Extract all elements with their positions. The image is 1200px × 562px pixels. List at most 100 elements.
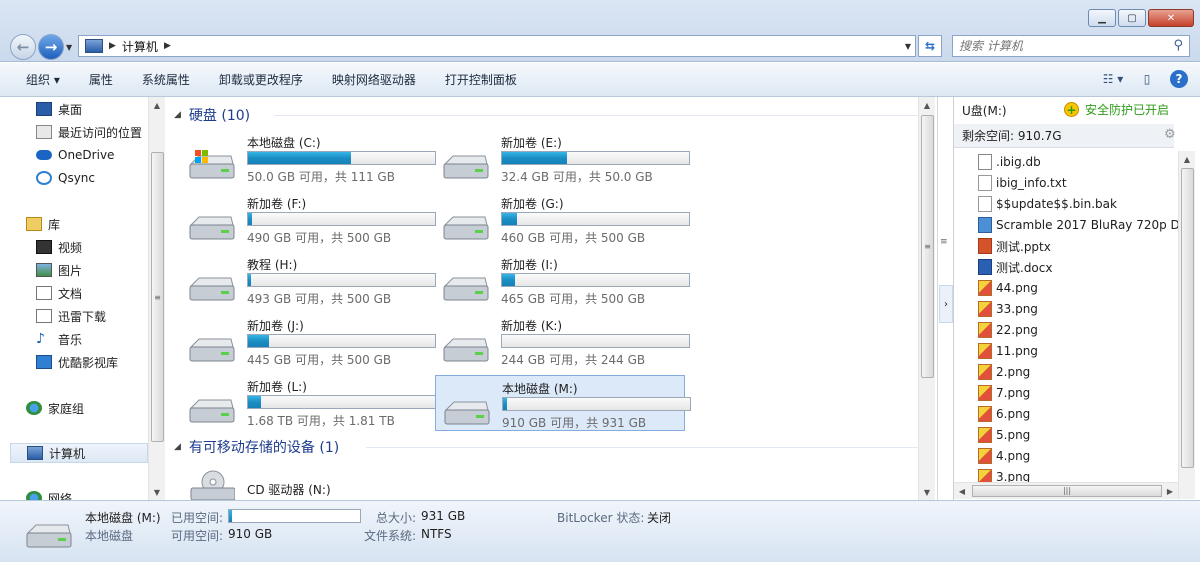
open-control-panel-button[interactable]: 打开控制面板 [445, 71, 517, 88]
file-item[interactable]: 2.png [978, 362, 1178, 382]
navigation-scrollbar[interactable]: ▲ ≡ ▼ [148, 97, 165, 500]
protection-status[interactable]: + 安全防护已开启 [1064, 101, 1169, 118]
scrollbar-thumb[interactable]: ≡ [151, 152, 164, 442]
group-header-removable[interactable]: ◢ 有可移动存储的设备 (1) [174, 437, 926, 457]
collapse-icon[interactable]: ◢ [174, 442, 181, 452]
search-box[interactable]: ⚲ [952, 35, 1190, 57]
uninstall-program-button[interactable]: 卸载或更改程序 [219, 71, 303, 88]
drive-item-k[interactable]: 新加卷 (K:) 244 GB 可用，共 244 GB [435, 313, 690, 369]
chevron-right-icon[interactable]: ▶ [109, 41, 116, 51]
group-header-hard-disks[interactable]: ◢ 硬盘 (10) [174, 105, 924, 125]
file-item[interactable]: 7.png [978, 383, 1178, 403]
png-file-icon [978, 448, 992, 464]
scroll-up-icon[interactable]: ▲ [919, 97, 935, 113]
sidebar-item-documents[interactable]: 文档 [36, 283, 82, 303]
maximize-button[interactable]: ▢ [1118, 9, 1146, 27]
scroll-right-icon[interactable]: ▶ [1162, 483, 1178, 499]
preview-pane-icon[interactable]: ▯ [1136, 69, 1158, 89]
minimize-button[interactable]: ▁ [1088, 9, 1116, 27]
sidebar-item-libraries[interactable]: 库 [26, 214, 60, 234]
system-properties-button[interactable]: 系统属性 [142, 71, 190, 88]
file-item[interactable]: ibig_info.txt [978, 173, 1178, 193]
preview-scrollbar[interactable]: ▲ [1178, 151, 1195, 499]
file-item[interactable]: 22.png [978, 320, 1178, 340]
sidebar-item-youku[interactable]: 优酷影视库 [36, 352, 118, 372]
file-item[interactable]: $$update$$.bin.bak [978, 194, 1178, 214]
address-dropdown-icon[interactable]: ▼ [905, 42, 911, 51]
chevron-right-icon[interactable]: ▶ [164, 41, 171, 51]
file-item[interactable]: 33.png [978, 299, 1178, 319]
sidebar-item-videos[interactable]: 视频 [36, 237, 82, 257]
drive-item-h[interactable]: 教程 (H:) 493 GB 可用，共 500 GB [181, 252, 436, 308]
help-icon[interactable]: ? [1170, 70, 1188, 88]
drive-usage-bar [247, 395, 436, 409]
file-item[interactable]: 44.png [978, 278, 1178, 298]
sidebar-item-thunder-downloads[interactable]: 迅雷下载 [36, 306, 106, 326]
search-icon[interactable]: ⚲ [1173, 38, 1183, 53]
recent-pages-dropdown[interactable]: ▼ [66, 43, 72, 52]
file-item[interactable]: 4.png [978, 446, 1178, 466]
search-input[interactable] [953, 36, 1163, 56]
sidebar-item-homegroup[interactable]: 家庭组 [26, 398, 84, 418]
drive-item-c[interactable]: 本地磁盘 (C:) 50.0 GB 可用，共 111 GB [181, 130, 436, 186]
scroll-down-icon[interactable]: ▼ [149, 484, 165, 500]
gear-icon[interactable]: ⚙ [1164, 127, 1176, 142]
sidebar-item-computer[interactable]: 计算机 [10, 443, 148, 463]
drive-item-cd-n[interactable]: CD 驱动器 (N:) [181, 462, 431, 500]
collapse-icon[interactable]: ◢ [174, 110, 181, 120]
file-item[interactable]: 11.png [978, 341, 1178, 361]
scrollbar-thumb[interactable] [1181, 168, 1194, 468]
db-file-icon [978, 154, 992, 170]
drive-item-j[interactable]: 新加卷 (J:) 445 GB 可用，共 500 GB [181, 313, 436, 369]
sidebar-item-onedrive[interactable]: OneDrive [36, 145, 114, 165]
sidebar-item-qsync[interactable]: Qsync [36, 168, 95, 188]
sidebar-item-desktop[interactable]: 桌面 [36, 99, 82, 119]
preview-horizontal-scrollbar[interactable]: ◀ ||| ▶ [954, 482, 1178, 499]
drive-item-i[interactable]: 新加卷 (I:) 465 GB 可用，共 500 GB [435, 252, 690, 308]
map-network-drive-button[interactable]: 映射网络驱动器 [332, 71, 416, 88]
txt-file-icon [978, 196, 992, 212]
sidebar-item-pictures[interactable]: 图片 [36, 260, 82, 280]
properties-button[interactable]: 属性 [89, 71, 113, 88]
refresh-button[interactable]: ⇆ [918, 35, 942, 57]
content-scrollbar[interactable]: ▲ ≡ ▼ [918, 97, 935, 500]
drive-item-m[interactable]: 本地磁盘 (M:) 910 GB 可用，共 931 GB [435, 375, 691, 431]
splitter-grip-icon: ≡ [940, 237, 948, 247]
breadcrumb-computer[interactable]: 计算机 [122, 38, 158, 55]
organize-menu[interactable]: 组织 ▾ [26, 71, 60, 88]
sidebar-item-recent-places[interactable]: 最近访问的位置 [36, 122, 142, 142]
close-button[interactable]: ✕ [1148, 9, 1194, 27]
scrollbar-thumb[interactable]: ≡ [921, 115, 934, 378]
scroll-left-icon[interactable]: ◀ [954, 483, 970, 499]
drive-item-f[interactable]: 新加卷 (F:) 490 GB 可用，共 500 GB [181, 191, 436, 247]
scroll-down-icon[interactable]: ▼ [919, 484, 935, 500]
pane-splitter[interactable]: ≡ › [937, 97, 953, 500]
drive-item-l[interactable]: 新加卷 (L:) 1.68 TB 可用，共 1.81 TB [181, 374, 436, 430]
drive-item-e[interactable]: 新加卷 (E:) 32.4 GB 可用，共 50.0 GB [435, 130, 690, 186]
scrollbar-thumb[interactable]: ||| [972, 485, 1162, 497]
used-space-fill [229, 510, 232, 522]
drive-usage-fill [248, 396, 262, 408]
file-item[interactable]: 6.png [978, 404, 1178, 424]
file-item[interactable]: 测试.pptx [978, 236, 1178, 256]
back-arrow-icon: ← [16, 38, 30, 56]
view-options-icon[interactable]: ☷ ▾ [1102, 69, 1124, 89]
address-bar[interactable]: ▶ 计算机 ▶ ▼ [78, 35, 916, 57]
scroll-up-icon[interactable]: ▲ [149, 97, 165, 113]
file-item[interactable]: Scramble 2017 BluRay 720p D... [978, 215, 1178, 235]
drive-usage-fill [248, 152, 351, 164]
file-system-value: NTFS [421, 527, 452, 541]
file-item[interactable]: 测试.docx [978, 257, 1178, 277]
file-item[interactable]: .ibig.db [978, 152, 1178, 172]
drive-item-g[interactable]: 新加卷 (G:) 460 GB 可用，共 500 GB [435, 191, 690, 247]
hard-drive-icon [443, 277, 489, 301]
hard-drive-icon [26, 524, 72, 548]
drive-usage-fill [248, 335, 269, 347]
file-item[interactable]: 5.png [978, 425, 1178, 445]
scroll-up-icon[interactable]: ▲ [1179, 151, 1195, 167]
back-button[interactable]: ← [10, 34, 36, 60]
forward-button[interactable]: → [38, 34, 64, 60]
expand-preview-button[interactable]: › [939, 285, 953, 323]
drive-usage-bar [247, 212, 436, 226]
sidebar-item-music[interactable]: ♪ 音乐 [36, 329, 82, 349]
